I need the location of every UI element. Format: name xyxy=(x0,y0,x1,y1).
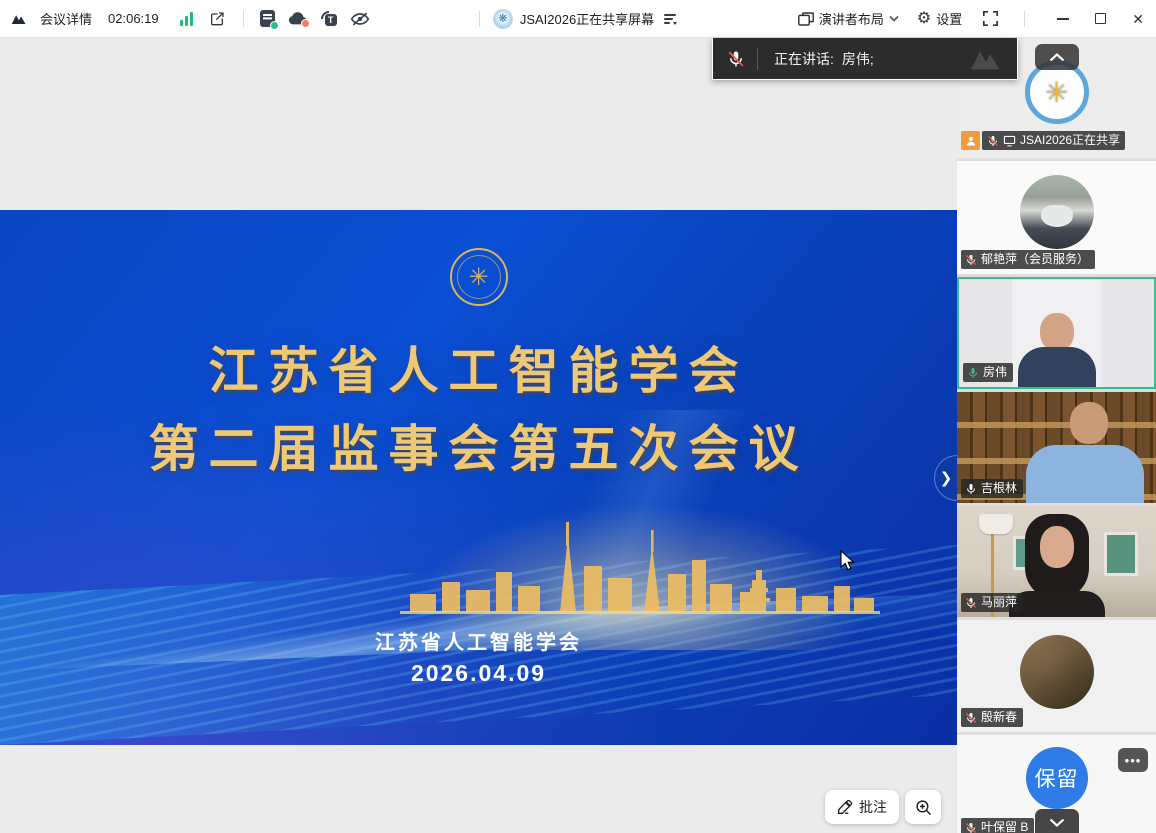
scroll-down-button[interactable] xyxy=(1035,809,1079,833)
share-controls: 批注 xyxy=(825,790,941,824)
zoom-in-button[interactable] xyxy=(905,790,941,824)
titlebar-left: 会议详情 02:06:19 T xyxy=(0,9,473,29)
participant-video xyxy=(1070,402,1108,444)
person-icon xyxy=(965,135,977,147)
participant-tile[interactable]: ••• 保留 叶保留 B xyxy=(957,735,1156,833)
banner-mic-muted-icon xyxy=(713,50,757,68)
meeting-window: 会议详情 02:06:19 T ❋ JSAI2026正 xyxy=(0,0,1156,833)
host-badge-icon xyxy=(961,131,980,150)
participant-video xyxy=(1040,526,1074,568)
fullscreen-icon[interactable] xyxy=(980,9,1000,29)
participant-tile[interactable]: 吉根林 xyxy=(957,392,1156,503)
shared-screen-area: ✳ 江苏省人工智能学会 第二届监事会第五次会议 xyxy=(0,38,957,833)
sharer-avatar: ❋ xyxy=(493,9,513,29)
slide-footer: 江苏省人工智能学会 2026.04.09 xyxy=(0,626,957,687)
participant-tile[interactable]: 殷新春 xyxy=(957,620,1156,732)
presentation-slide: ✳ 江苏省人工智能学会 第二届监事会第五次会议 xyxy=(0,210,957,745)
banner-divider xyxy=(757,48,758,70)
participant-video xyxy=(1018,347,1096,389)
live-caption-icon[interactable]: T xyxy=(321,11,337,26)
magnifier-plus-icon xyxy=(915,799,932,816)
slide-footer-date: 2026.04.09 xyxy=(0,660,957,687)
participant-video xyxy=(979,514,1013,534)
meeting-details-link[interactable]: 会议详情 xyxy=(40,9,92,28)
chevron-up-icon xyxy=(1049,53,1065,62)
network-detail-icon[interactable] xyxy=(661,9,681,29)
mouse-cursor xyxy=(840,550,857,572)
speaking-name: 房伟; xyxy=(842,49,874,69)
maximize-button[interactable] xyxy=(1095,13,1106,24)
hide-view-icon[interactable] xyxy=(350,9,370,29)
participant-tile-speaking[interactable]: 房伟 xyxy=(957,277,1156,389)
jsai-emblem-icon: ✳ xyxy=(450,248,508,306)
billing-doc-icon[interactable] xyxy=(260,10,275,27)
participant-name-label: 郁艳萍（会员服务） xyxy=(961,250,1095,269)
slide-title-line1: 江苏省人工智能学会 xyxy=(0,332,957,410)
titlebar-divider-2 xyxy=(479,11,480,27)
titlebar-divider-3 xyxy=(1024,11,1025,27)
participant-name-label: JSAI2026正在共享 xyxy=(982,131,1125,150)
titlebar: 会议详情 02:06:19 T ❋ JSAI2026正 xyxy=(0,0,1156,38)
settings-button[interactable]: ⚙ 设置 xyxy=(917,9,962,28)
slide-footer-org: 江苏省人工智能学会 xyxy=(0,626,957,655)
more-options-button[interactable]: ••• xyxy=(1118,748,1148,772)
mic-muted-icon xyxy=(965,254,977,266)
mic-muted-icon xyxy=(965,597,977,609)
pencil-icon xyxy=(837,799,853,815)
participant-name-label: 吉根林 xyxy=(961,479,1023,498)
participant-tile[interactable]: 郁艳萍（会员服务） xyxy=(957,161,1156,274)
participant-name-label: 叶保留 B xyxy=(961,818,1034,833)
close-button[interactable]: ✕ xyxy=(1132,12,1144,26)
cloud-record-icon[interactable] xyxy=(288,11,308,26)
gear-icon: ⚙ xyxy=(917,11,931,27)
status-icons: T xyxy=(260,9,370,29)
window-controls: ✕ xyxy=(1057,12,1144,26)
slide-title: 江苏省人工智能学会 第二届监事会第五次会议 xyxy=(0,332,957,488)
participant-name-label: 马丽萍 xyxy=(961,593,1023,612)
open-external-icon[interactable] xyxy=(207,9,227,29)
mic-muted-icon xyxy=(965,712,977,724)
mic-active-icon xyxy=(967,367,979,379)
participants-sidebar: ✳ JSAI2026正在共享 郁艳萍（会员服务） xyxy=(957,38,1156,833)
participant-video xyxy=(1104,532,1138,576)
chevron-down-icon xyxy=(889,15,899,22)
annotate-label: 批注 xyxy=(859,797,887,817)
mic-on-icon xyxy=(965,483,977,495)
share-status-title: JSAI2026正在共享屏幕 xyxy=(520,9,654,28)
mic-muted-icon xyxy=(987,135,999,147)
participant-avatar xyxy=(1020,635,1094,709)
watermark-logo-icon xyxy=(965,42,1011,76)
mic-muted-icon xyxy=(965,822,977,833)
screen-share-icon xyxy=(1003,135,1016,147)
network-signal-icon[interactable] xyxy=(177,12,197,26)
titlebar-center: ❋ JSAI2026正在共享屏幕 xyxy=(473,9,681,29)
annotate-button[interactable]: 批注 xyxy=(825,790,899,824)
chevron-down-icon xyxy=(1049,818,1065,827)
participant-tile[interactable]: 马丽萍 xyxy=(957,506,1156,617)
settings-label: 设置 xyxy=(936,9,962,28)
layout-switcher[interactable]: 演讲者布局 xyxy=(798,9,899,28)
main-area: 正在讲话: 房伟; ✳ 江苏省人工智能学会 第二届监事会第五次会议 xyxy=(0,38,1156,833)
city-skyline-graphic xyxy=(400,508,880,616)
participant-name-label: 殷新春 xyxy=(961,708,1023,727)
participant-avatar xyxy=(1020,175,1094,249)
speaking-label: 正在讲话: xyxy=(774,49,834,69)
layout-label: 演讲者布局 xyxy=(819,9,884,28)
collapse-sidebar-button[interactable] xyxy=(1035,44,1079,70)
minimize-button[interactable] xyxy=(1057,18,1069,20)
meeting-timer: 02:06:19 xyxy=(108,11,159,26)
slide-title-line2: 第二届监事会第五次会议 xyxy=(0,410,957,488)
participant-video xyxy=(1026,445,1144,503)
titlebar-divider xyxy=(243,11,244,27)
participant-name-label: 房伟 xyxy=(963,363,1013,382)
speaking-banner: 正在讲话: 房伟; xyxy=(712,38,1018,80)
participant-avatar: 保留 xyxy=(1026,747,1088,809)
participant-video xyxy=(1040,313,1074,351)
app-logo-icon xyxy=(10,9,30,29)
titlebar-right: 演讲者布局 ⚙ 设置 ✕ xyxy=(681,9,1156,29)
